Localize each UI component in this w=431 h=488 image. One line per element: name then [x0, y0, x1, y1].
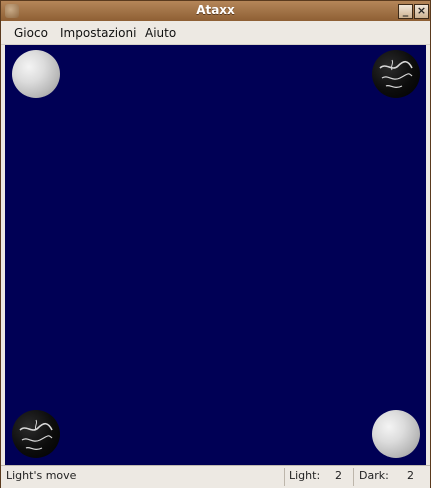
menu-bar: Gioco Impostazioni Aiuto — [1, 21, 430, 45]
dark-piece-bottom-left[interactable] — [12, 410, 60, 458]
light-score-label: Light: — [289, 469, 321, 482]
dark-piece-top-right[interactable] — [372, 50, 420, 98]
menu-gioco[interactable]: Gioco — [14, 26, 48, 40]
light-piece-top-left[interactable] — [12, 50, 60, 98]
light-piece-bottom-right[interactable] — [372, 410, 420, 458]
dark-score-label: Dark: — [359, 469, 389, 482]
minimize-button[interactable]: _ — [398, 4, 413, 19]
close-button[interactable]: × — [414, 4, 429, 19]
marble-veins-icon — [19, 419, 53, 451]
menu-aiuto[interactable]: Aiuto — [145, 26, 176, 40]
window-title: Ataxx — [196, 3, 235, 17]
game-board[interactable] — [5, 45, 426, 465]
marble-veins-icon — [379, 59, 413, 89]
status-separator — [353, 468, 354, 486]
light-score: 2 — [335, 469, 342, 482]
ataxx-window: Ataxx _ × Gioco Impostazioni Aiuto Light… — [0, 0, 431, 488]
dark-score: 2 — [407, 469, 414, 482]
menu-impostazioni[interactable]: Impostazioni — [60, 26, 136, 40]
title-bar[interactable]: Ataxx _ × — [1, 1, 430, 21]
status-bar: Light's move Light: 2 Dark: 2 — [1, 465, 430, 488]
status-message: Light's move — [6, 469, 77, 482]
status-separator — [284, 468, 285, 486]
